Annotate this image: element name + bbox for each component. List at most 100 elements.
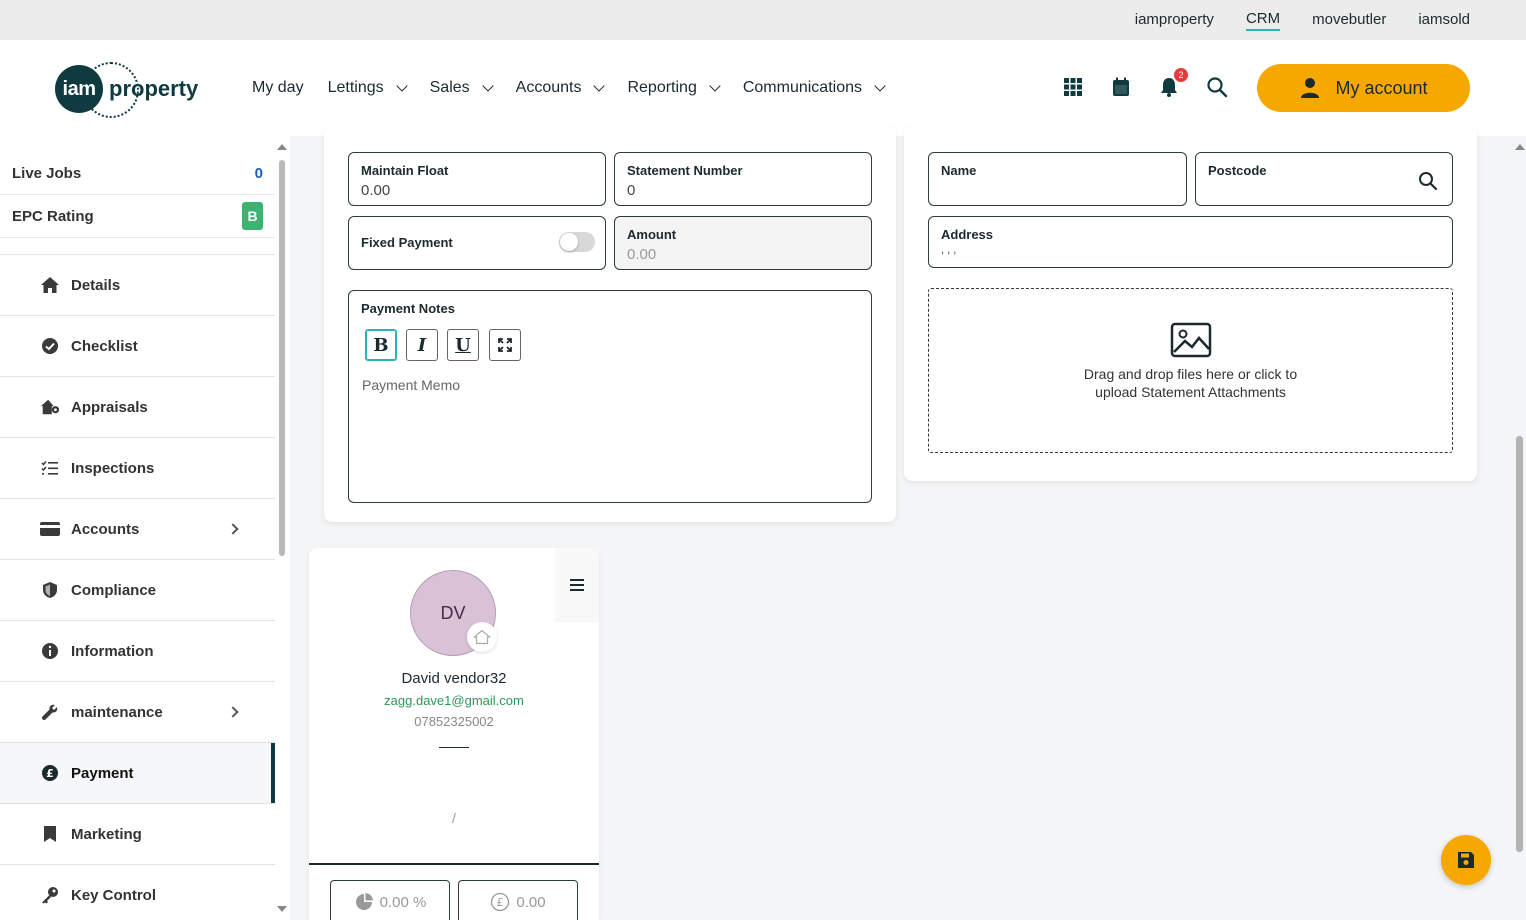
sidebar-scrollbar[interactable] <box>279 160 285 556</box>
sidebar-item-inspections[interactable]: Inspections <box>0 437 275 498</box>
sidebar-item-checklist[interactable]: Checklist <box>0 315 275 376</box>
underline-button[interactable]: U <box>447 329 479 361</box>
home-icon <box>40 275 60 295</box>
calendar-icon[interactable] <box>1110 76 1132 98</box>
page-scroll-thumb[interactable] <box>1516 436 1523 852</box>
top-link-iamproperty[interactable]: iamproperty <box>1135 11 1214 30</box>
nav-my-day-label: My day <box>252 79 304 96</box>
top-link-iamsold[interactable]: iamsold <box>1418 11 1470 30</box>
name-field[interactable]: Name <box>928 152 1187 206</box>
search-icon[interactable] <box>1418 171 1438 191</box>
sidebar-item-key-control[interactable]: Key Control <box>0 864 275 920</box>
address-label: Address <box>941 227 994 242</box>
sidebar-scroll-up[interactable] <box>277 144 287 150</box>
card-menu-button[interactable] <box>555 548 599 622</box>
sidebar-item-maintenance[interactable]: maintenance <box>0 681 275 742</box>
user-icon <box>1301 78 1320 98</box>
top-link-crm[interactable]: CRM <box>1245 10 1281 31</box>
address-value: , , , <box>941 244 957 256</box>
nav-my-day[interactable]: My day <box>252 79 304 97</box>
nav-reporting-label: Reporting <box>627 79 697 96</box>
percent-stat[interactable]: 0.00 % <box>330 880 450 920</box>
info-icon <box>40 641 60 661</box>
sidebar-item-label: Inspections <box>71 459 155 477</box>
sidebar-item-appraisals[interactable]: Appraisals <box>0 376 275 437</box>
bold-button[interactable]: B <box>365 329 397 361</box>
italic-button[interactable]: I <box>406 329 438 361</box>
my-account-label: My account <box>1335 77 1428 98</box>
contact-slash: / <box>452 810 456 826</box>
statement-panel: Name Postcode Address , , , Drag and dro… <box>904 126 1477 481</box>
apps-grid-icon[interactable] <box>1062 76 1084 98</box>
svg-text:£: £ <box>46 767 54 780</box>
check-circle-icon <box>40 336 60 356</box>
house-icon <box>467 622 497 652</box>
shield-icon <box>40 580 60 600</box>
nav-lettings-label: Lettings <box>327 79 384 96</box>
maintain-float-value: 0.00 <box>361 182 391 199</box>
sidebar-scroll-down[interactable] <box>277 906 287 912</box>
bell-icon[interactable]: 2 <box>1158 68 1188 98</box>
chevron-right-icon <box>227 523 239 535</box>
amount-stat-value: 0.00 <box>516 893 546 911</box>
contact-phone[interactable]: 07852325002 <box>309 714 599 729</box>
nav-lettings[interactable]: Lettings <box>327 79 408 97</box>
expand-icon <box>498 338 512 352</box>
statement-number-field[interactable]: Statement Number 0 <box>614 152 872 206</box>
nav-accounts[interactable]: Accounts <box>516 79 606 97</box>
sidebar-item-label: Information <box>71 642 154 660</box>
contact-name: David vendor32 <box>401 670 507 687</box>
svg-text:£: £ <box>497 896 504 909</box>
sidebar-item-marketing[interactable]: Marketing <box>0 803 275 864</box>
sidebar-item-information[interactable]: Information <box>0 620 275 681</box>
live-jobs-row[interactable]: Live Jobs 0 <box>0 152 275 195</box>
nav-reporting[interactable]: Reporting <box>627 79 721 97</box>
chevron-down-icon <box>709 80 721 92</box>
amount-label: Amount <box>627 227 677 242</box>
chevron-right-icon <box>227 706 239 718</box>
payment-memo-editor[interactable]: Payment Memo <box>362 377 857 489</box>
dropzone-text-line1: Drag and drop files here or click to <box>1083 366 1298 382</box>
hamburger-icon <box>570 579 584 591</box>
contact-email[interactable]: zagg.dave1@gmail.com <box>309 693 599 708</box>
name-label: Name <box>941 163 977 178</box>
address-field[interactable]: Address , , , <box>928 216 1453 268</box>
house-tag-icon <box>40 397 60 417</box>
top-link-movebutler[interactable]: movebutler <box>1312 11 1386 30</box>
chevron-down-icon <box>395 80 408 92</box>
nav-communications-label: Communications <box>742 79 862 96</box>
epc-rating-row: EPC Rating B <box>0 195 275 238</box>
fullscreen-button[interactable] <box>489 329 521 361</box>
contact-card: DV David vendor32 zagg.dave1@gmail.com 0… <box>309 548 599 920</box>
header: iam property My day Lettings Sales Accou… <box>0 40 1526 136</box>
bookmark-icon <box>40 824 60 844</box>
sidebar-item-label: Accounts <box>71 520 140 538</box>
sidebar-item-compliance[interactable]: Compliance <box>0 559 275 620</box>
sidebar-item-label: Payment <box>71 764 134 782</box>
wrench-icon <box>40 702 60 722</box>
nav-sales[interactable]: Sales <box>430 79 494 97</box>
chevron-down-icon <box>593 80 606 92</box>
search-icon[interactable] <box>1206 76 1228 98</box>
sidebar-item-details[interactable]: Details <box>0 254 275 315</box>
page-scrollbar[interactable] <box>1514 136 1526 920</box>
top-bar: iamproperty CRM movebutler iamsold <box>0 0 1526 40</box>
save-button[interactable] <box>1441 835 1491 885</box>
epc-rating-label: EPC Rating <box>12 207 94 225</box>
sidebar-item-label: Key Control <box>71 886 157 904</box>
postcode-label: Postcode <box>1208 163 1267 178</box>
page-scroll-up[interactable] <box>1515 144 1525 150</box>
nav-communications[interactable]: Communications <box>742 79 886 97</box>
sidebar-item-label: maintenance <box>71 703 163 721</box>
logo-word: property <box>109 76 199 101</box>
amount-stat[interactable]: £ 0.00 <box>458 880 578 920</box>
credit-card-icon <box>40 519 60 539</box>
sidebar-item-accounts[interactable]: Accounts <box>0 498 275 559</box>
postcode-field[interactable]: Postcode <box>1195 152 1453 206</box>
sidebar-item-payment[interactable]: £ Payment <box>0 742 275 803</box>
fixed-payment-toggle[interactable] <box>559 232 595 252</box>
maintain-float-field[interactable]: Maintain Float 0.00 <box>348 152 606 206</box>
logo[interactable]: iam property <box>55 62 199 118</box>
attachments-dropzone[interactable]: Drag and drop files here or click to upl… <box>928 288 1453 453</box>
my-account-button[interactable]: My account <box>1257 64 1470 112</box>
